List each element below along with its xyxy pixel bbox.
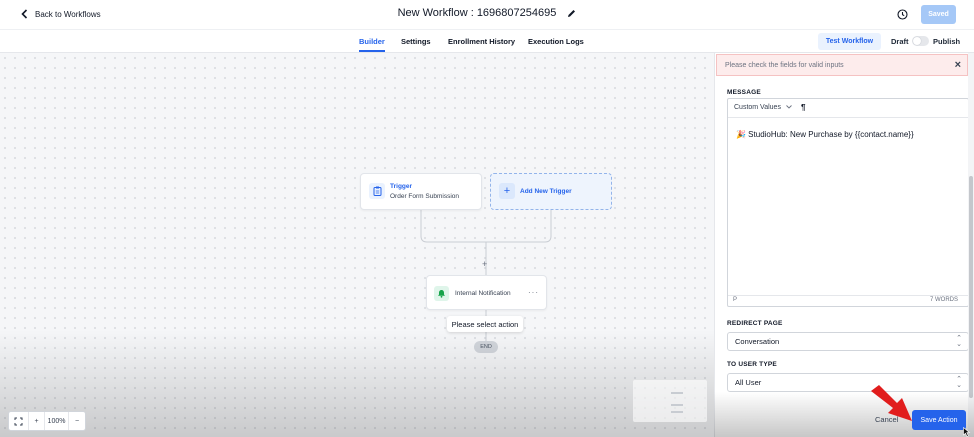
editor-footer: P 7 WORDS xyxy=(728,295,968,306)
close-alert-icon[interactable]: × xyxy=(955,59,961,71)
red-arrow-annotation xyxy=(871,385,912,421)
add-step-plus-icon[interactable]: + xyxy=(482,259,487,269)
minimap-node xyxy=(671,411,683,413)
custom-values-dropdown[interactable]: Custom Values xyxy=(734,104,792,111)
redirect-page-value: Conversation xyxy=(735,337,780,346)
fit-view-button[interactable] xyxy=(9,412,29,430)
trigger-title: Trigger xyxy=(390,183,413,190)
user-type-select[interactable]: All User ⌃ ⌄ xyxy=(727,373,969,392)
element-path: P xyxy=(733,297,738,303)
clipboard-icon xyxy=(369,183,385,199)
test-workflow-button[interactable]: Test Workflow xyxy=(818,33,881,50)
alert-text: Please check the fields for valid inputs xyxy=(725,61,844,69)
minimap[interactable] xyxy=(633,380,707,422)
minimap-node xyxy=(671,404,683,406)
plus-icon: + xyxy=(499,183,515,199)
message-text[interactable]: 🎉 StudioHub: New Purchase by {{contact.n… xyxy=(736,130,914,139)
panel-scrollbar-thumb[interactable] xyxy=(969,176,973,398)
to-user-type-label: TO USER TYPE xyxy=(727,361,777,368)
minimap-node xyxy=(671,392,683,394)
expand-icon xyxy=(14,417,23,425)
internal-notification-node[interactable]: Internal Notification ··· xyxy=(426,275,547,310)
action-label: Internal Notification xyxy=(455,290,511,297)
select-action-tooltip: Please select action xyxy=(447,316,523,332)
word-count: 7 WORDS xyxy=(929,297,958,303)
zoom-level: 100% xyxy=(45,412,69,430)
trigger-subtitle: Order Form Submission xyxy=(390,193,459,200)
zoom-in-button[interactable]: + xyxy=(29,412,45,430)
add-new-trigger-label: Add New Trigger xyxy=(520,188,572,195)
select-chevron-icon: ⌃ ⌄ xyxy=(956,335,962,348)
message-label: MESSAGE xyxy=(727,89,761,96)
publish-toggle[interactable] xyxy=(912,36,929,46)
connector-lines xyxy=(420,210,552,341)
add-new-trigger-node[interactable]: + Add New Trigger xyxy=(490,173,612,210)
trigger-node[interactable]: Trigger Order Form Submission xyxy=(360,173,482,210)
publish-label: Publish xyxy=(933,37,961,46)
mouse-cursor-icon xyxy=(963,427,971,437)
zoom-out-button[interactable]: − xyxy=(69,412,85,430)
action-settings-panel: Please check the fields for valid inputs… xyxy=(714,53,974,437)
zoom-controls: + 100% − xyxy=(8,411,86,431)
paragraph-icon[interactable]: ¶ xyxy=(801,103,805,112)
end-node: END xyxy=(474,341,498,353)
user-type-value: All User xyxy=(735,378,762,387)
chevron-down-icon xyxy=(786,105,792,109)
save-action-button[interactable]: Save Action xyxy=(912,410,966,430)
validation-alert: Please check the fields for valid inputs… xyxy=(716,54,968,76)
saved-button[interactable]: Saved xyxy=(921,5,956,24)
editor-toolbar: Custom Values ¶ xyxy=(728,99,968,118)
bell-icon xyxy=(434,286,449,301)
redirect-page-select[interactable]: Conversation ⌃ ⌄ xyxy=(727,332,969,351)
message-editor[interactable]: Custom Values ¶ 🎉 StudioHub: New Purchas… xyxy=(727,98,969,307)
select-chevron-icon: ⌃ ⌄ xyxy=(956,376,962,389)
draft-label: Draft xyxy=(891,37,909,46)
redirect-page-label: REDIRECT PAGE xyxy=(727,320,783,327)
custom-values-label: Custom Values xyxy=(734,104,781,111)
more-options-icon[interactable]: ··· xyxy=(528,288,539,297)
history-clock-icon[interactable] xyxy=(897,9,908,20)
